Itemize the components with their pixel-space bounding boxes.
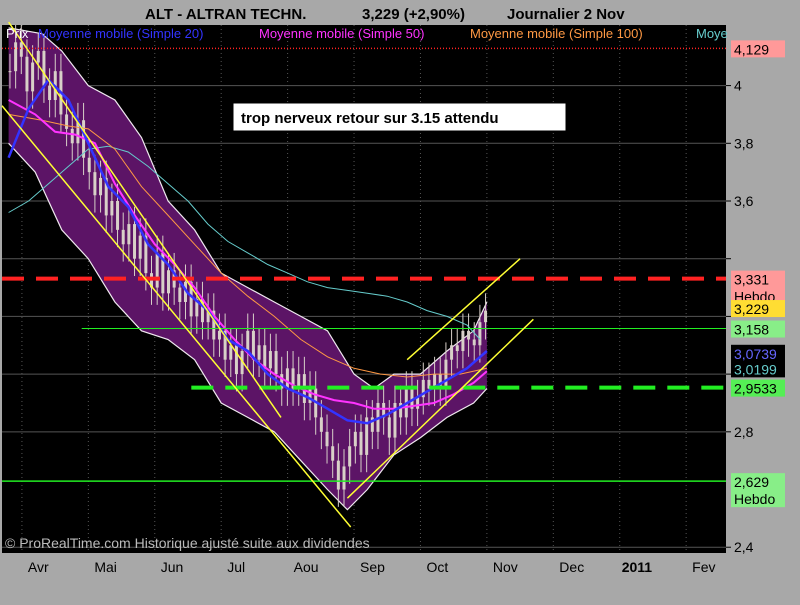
- candle-body: [70, 128, 74, 144]
- candle-body: [121, 229, 125, 245]
- x-tick-label: Fev: [692, 559, 715, 575]
- price-tag-label: 3,0739: [734, 346, 777, 362]
- candle-body: [319, 417, 323, 432]
- price-tag-label: 3,229: [734, 301, 769, 317]
- candle-body: [336, 460, 340, 490]
- candle-body: [25, 56, 29, 92]
- candle-body: [455, 345, 459, 352]
- x-tick-label: Sep: [360, 559, 385, 575]
- candle-body: [31, 62, 35, 92]
- candle-body: [348, 446, 352, 467]
- candle-body: [450, 345, 454, 360]
- candle-body: [342, 466, 346, 490]
- legend-entry-ma20: Moyenne mobile (Simple 20): [38, 26, 203, 41]
- chart-root: 2,4 2,8 3,6 3,8 4 Avr Mai Jun Jul Aou Sep Oct Nov De…: [0, 0, 800, 600]
- candle-body: [133, 224, 137, 259]
- candle-body: [467, 330, 471, 340]
- candle-body: [268, 351, 272, 369]
- price-tag: 3,0739: [731, 344, 785, 362]
- candle-body: [217, 330, 221, 340]
- candle-body: [87, 157, 91, 173]
- legend-entry-price: Prix: [6, 26, 29, 41]
- legend-entry-other: Moye: [696, 26, 728, 41]
- candle-body: [331, 446, 335, 461]
- price-tag-label: Hebdo: [734, 491, 775, 507]
- price-tag: 3,331Hebdo: [731, 270, 785, 305]
- candle-body: [127, 224, 131, 245]
- candle-body: [234, 345, 238, 375]
- candle-body: [387, 417, 391, 438]
- candle-body: [178, 287, 182, 302]
- chart-period: Journalier 2 Nov: [507, 6, 625, 23]
- annotation-text: trop nerveux retour sur 3.15 attendu: [241, 110, 499, 127]
- candle-body: [484, 310, 488, 323]
- candle-body: [246, 330, 250, 352]
- price-tag: 2,629Hebdo: [731, 473, 785, 508]
- candle-body: [8, 71, 12, 73]
- candle-body: [353, 431, 357, 447]
- candle-body: [110, 201, 114, 216]
- candle-body: [48, 85, 52, 101]
- price-tag-label: 3,331: [734, 272, 769, 288]
- candle-body: [229, 345, 233, 360]
- price-tag-label: 4,129: [734, 41, 769, 57]
- price-tag-label: 3,0199: [734, 361, 777, 377]
- price-tag-label: 2,629: [734, 474, 769, 490]
- candle-body: [274, 351, 278, 375]
- candle-body: [36, 50, 40, 63]
- candle-body: [19, 42, 23, 57]
- y-tick-label: 3,8: [734, 135, 754, 151]
- price-tag: 4,129: [731, 40, 785, 58]
- price-tag: 3,158: [731, 320, 785, 338]
- x-tick-label: Aou: [294, 559, 319, 575]
- x-tick-label: Mai: [94, 559, 117, 575]
- candle-body: [472, 339, 476, 346]
- x-tick-label: Nov: [493, 559, 518, 575]
- price-tag-label: 2,9533: [734, 381, 777, 397]
- x-tick-label: 2011: [622, 559, 653, 575]
- candle-body: [155, 252, 159, 288]
- candle-body: [42, 50, 46, 86]
- y-tick-label: 3,6: [734, 193, 754, 209]
- x-tick-label: Jun: [161, 559, 184, 575]
- price-tag: 2,9533: [731, 379, 785, 397]
- candle-body: [308, 388, 312, 403]
- x-tick-label: Jul: [227, 559, 245, 575]
- x-tick-label: Avr: [28, 559, 49, 575]
- candle-body: [116, 201, 120, 230]
- legend-entry-ma50: Moyenne mobile (Simple 50): [259, 26, 424, 41]
- candle-body: [65, 114, 69, 129]
- candle-body: [359, 431, 363, 455]
- candle-body: [285, 368, 289, 389]
- candle-body: [14, 42, 18, 72]
- x-tick-label: Dec: [559, 559, 584, 575]
- candle-body: [93, 172, 97, 196]
- price-tag: 3,0199: [731, 360, 785, 378]
- price-chart: 2,4 2,8 3,6 3,8 4 Avr Mai Jun Jul Aou Sep Oct Nov De…: [0, 0, 800, 600]
- y-tick-label: 2,4: [734, 539, 754, 555]
- legend-entry-ma100: Moyenne mobile (Simple 100): [470, 26, 643, 41]
- price-tag: 3,229: [731, 300, 785, 318]
- candle-body: [263, 345, 267, 369]
- candle-body: [325, 431, 329, 447]
- candle-body: [478, 322, 482, 346]
- candle-body: [138, 235, 142, 259]
- chart-price: 3,229 (+2,90%): [362, 6, 465, 23]
- y-tick-label: 4: [734, 78, 742, 94]
- candle-body: [461, 330, 465, 352]
- candle-body: [166, 270, 170, 294]
- price-tag-label: 3,158: [734, 322, 769, 338]
- footer-credit: © ProRealTime.com Historique ajusté suit…: [5, 535, 370, 551]
- chart-title: ALT - ALTRAN TECHN.: [145, 6, 306, 23]
- x-tick-label: Oct: [426, 559, 448, 575]
- candle-body: [257, 345, 261, 360]
- candle-body: [99, 177, 103, 196]
- annotation: trop nerveux retour sur 3.15 attendu: [232, 102, 567, 132]
- legend: Prix Moyenne mobile (Simple 20) Moyenne …: [6, 26, 728, 41]
- y-tick-label: 2,8: [734, 424, 754, 440]
